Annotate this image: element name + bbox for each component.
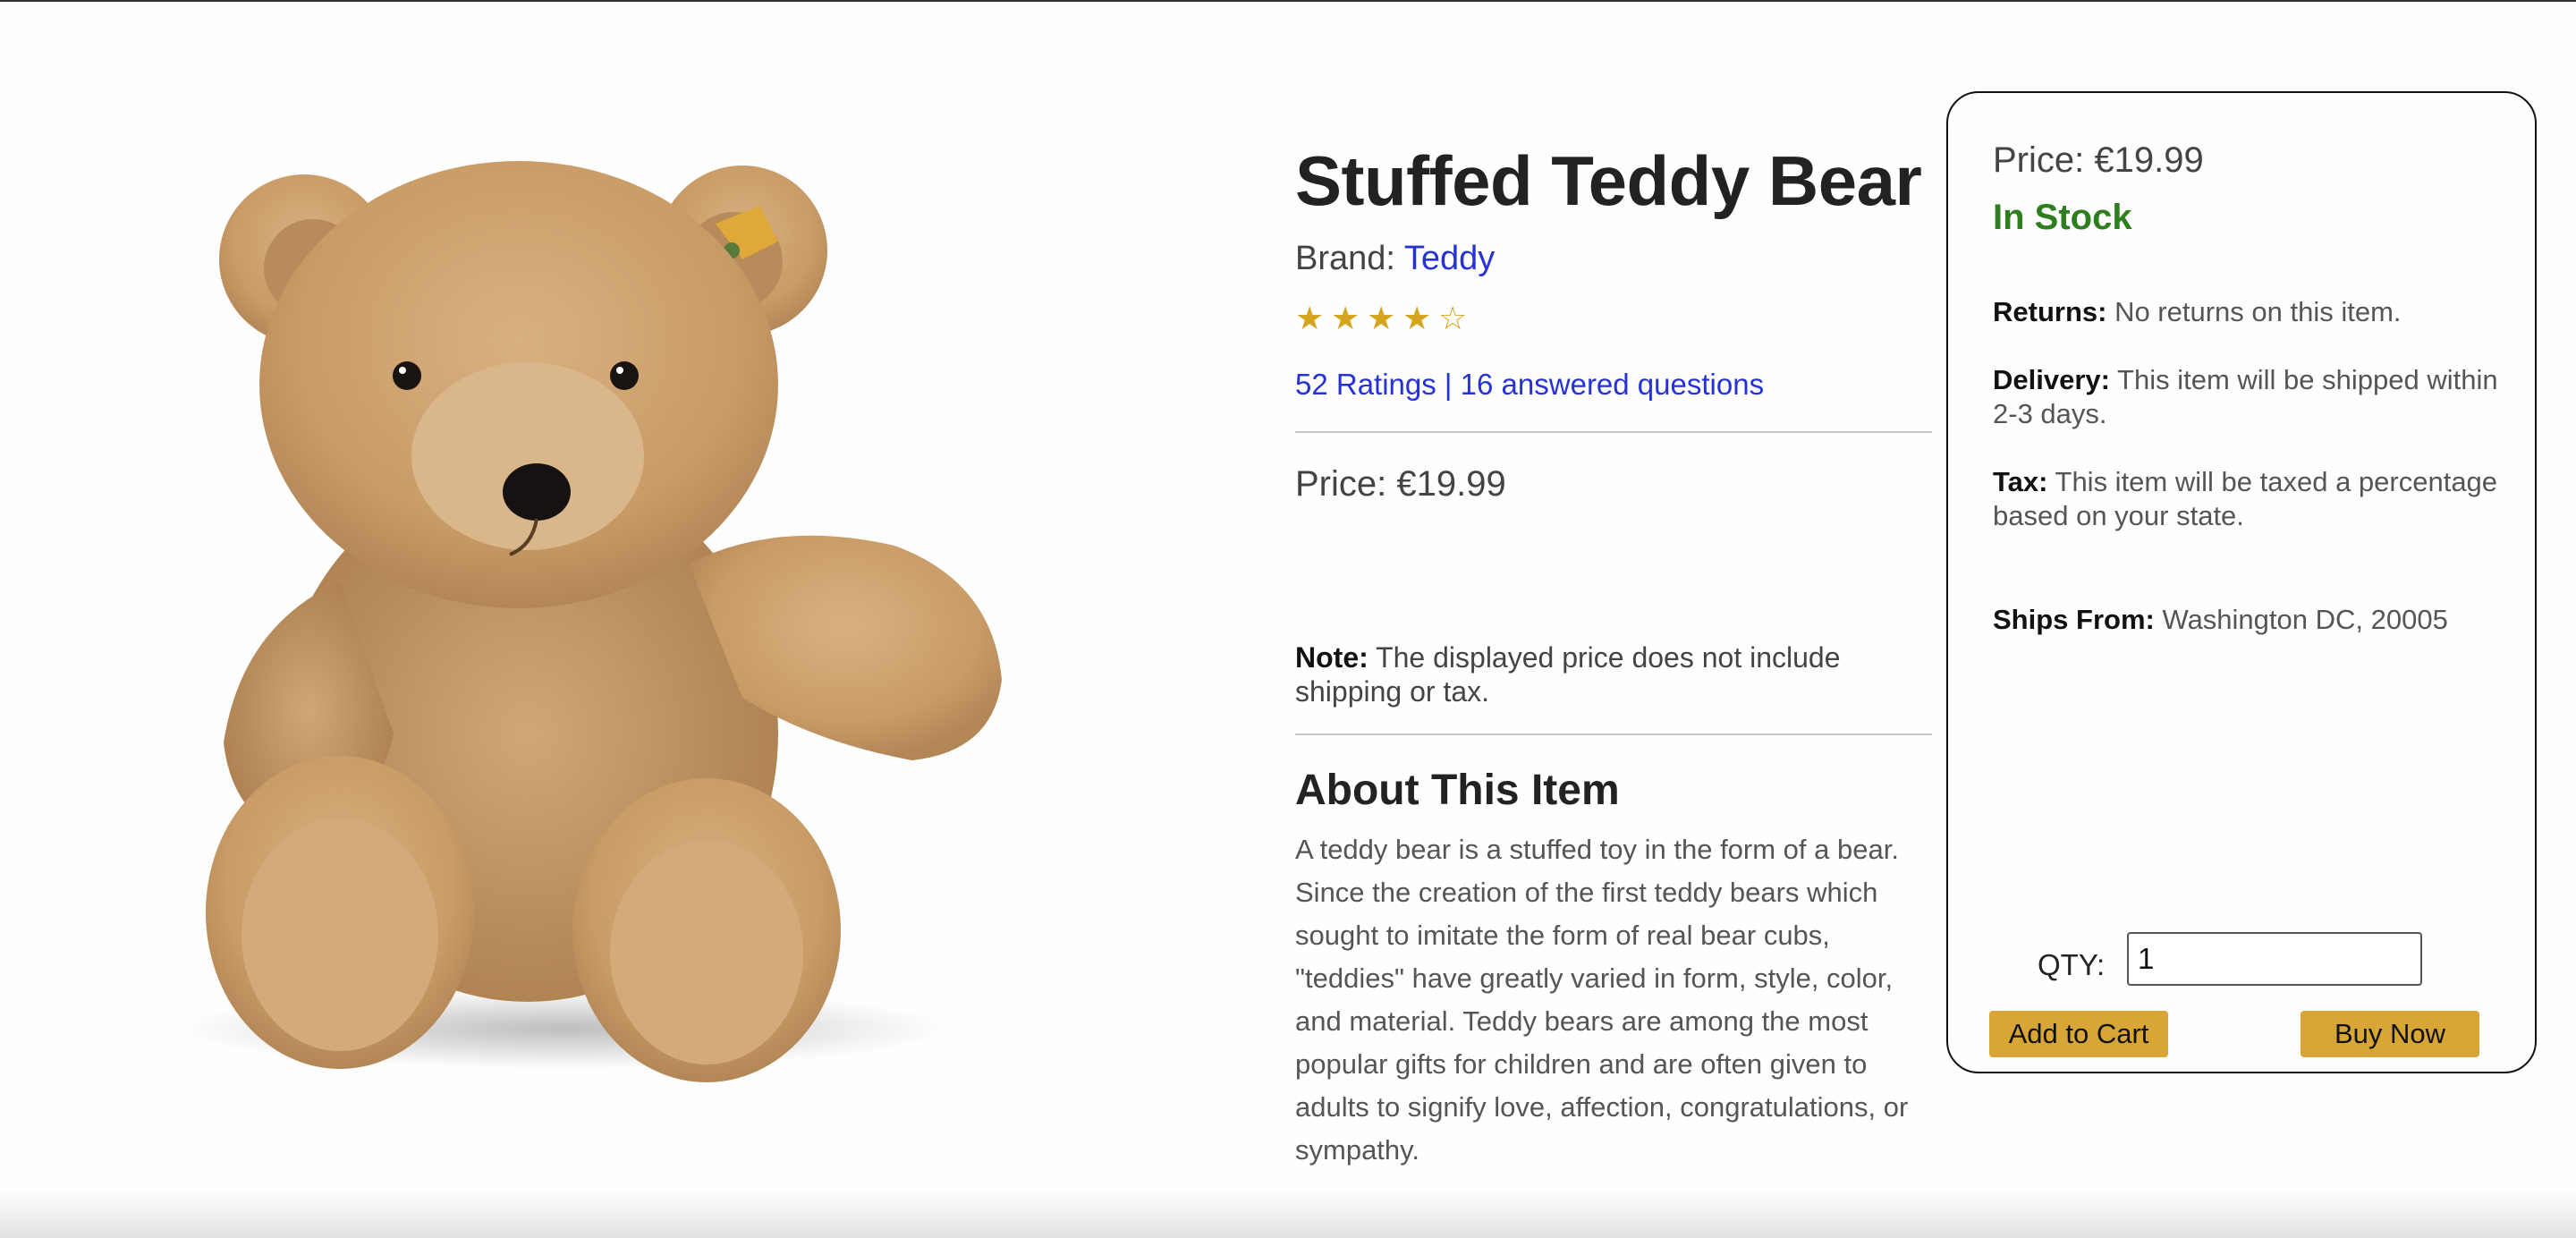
note-label: Note: (1295, 641, 1368, 674)
delivery-info: Delivery: This item will be shipped with… (1993, 363, 2503, 431)
brand-line: Brand: Teddy (1295, 236, 1932, 281)
tax-info: Tax: This item will be taxed a percentag… (1993, 465, 2503, 533)
product-image (134, 161, 1029, 1091)
qty-label: QTY: (2038, 948, 2106, 981)
star-empty-icon: ☆ (1438, 300, 1468, 336)
bottom-shadow (0, 1190, 2576, 1238)
delivery-label: Delivery: (1993, 364, 2110, 395)
ships-text: Washington DC, 20005 (2154, 604, 2448, 635)
ships-from-info: Ships From: Washington DC, 20005 (1993, 603, 2503, 637)
star-filled-icon: ★ (1402, 300, 1432, 336)
star-rating: ★ ★ ★ ★ ☆ (1295, 301, 1932, 336)
box-price: Price: €19.99 (1993, 140, 2204, 180)
stock-status: In Stock (1993, 198, 2132, 237)
product-title: Stuffed Teddy Bear (1295, 141, 1922, 220)
about-text: A teddy bear is a stuffed toy in the for… (1295, 834, 1909, 1166)
about-title: About This Item (1295, 767, 1620, 814)
qty-input[interactable] (2127, 932, 2422, 986)
tax-text: This item will be taxed a percentage bas… (1993, 466, 2498, 531)
product-price: Price: €19.99 (1295, 464, 1506, 504)
star-filled-icon: ★ (1295, 300, 1325, 336)
add-to-cart-button[interactable]: Add to Cart (1989, 1011, 2168, 1057)
buy-now-button[interactable]: Buy Now (2301, 1011, 2479, 1057)
star-filled-icon: ★ (1367, 300, 1396, 336)
tax-label: Tax: (1993, 466, 2048, 497)
price-note: Note: The displayed price does not inclu… (1295, 640, 1932, 708)
returns-info: Returns: No returns on this item. (1993, 295, 2503, 329)
ships-label: Ships From: (1993, 604, 2155, 635)
teddy-bear-image (179, 161, 1002, 1082)
brand-label: Brand: (1295, 240, 1404, 277)
purchase-box: Price: €19.99 In Stock Returns: No retur… (1946, 91, 2537, 1073)
ratings-link[interactable]: 52 Ratings | 16 answered questions (1295, 365, 1932, 404)
divider (1295, 431, 1932, 433)
star-filled-icon: ★ (1331, 300, 1360, 336)
returns-text: No returns on this item. (2106, 296, 2402, 327)
divider (1295, 733, 1932, 735)
returns-label: Returns: (1993, 296, 2107, 327)
brand-link[interactable]: Teddy (1404, 240, 1495, 277)
top-border (0, 0, 2576, 2)
note-text: The displayed price does not include shi… (1295, 641, 1841, 708)
product-info: Stuffed Teddy Bear Brand: Teddy ★ ★ ★ ★ ☆ 52… (1295, 134, 1932, 1172)
